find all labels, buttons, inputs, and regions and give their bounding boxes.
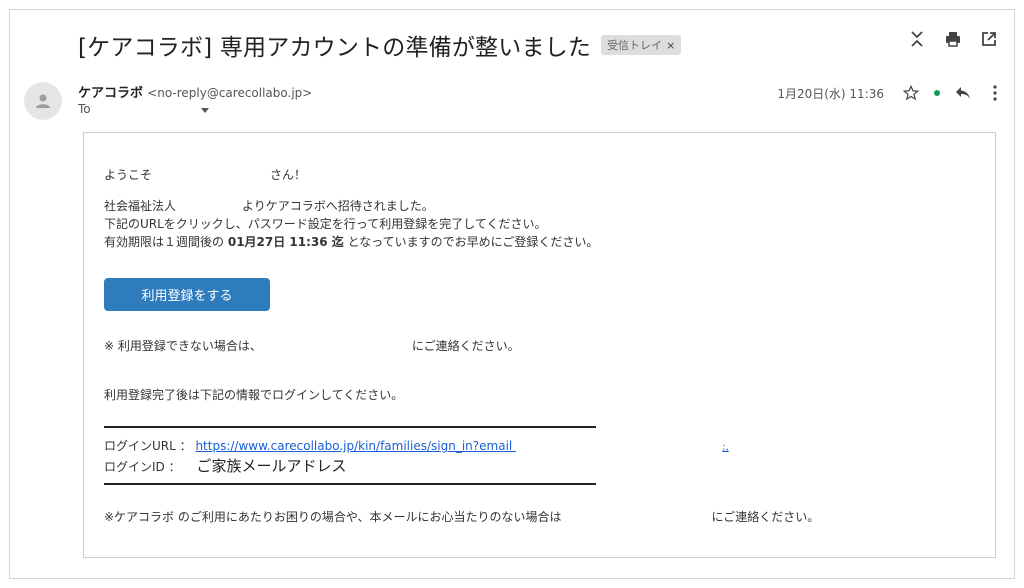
greeting-prefix: ようこそ <box>104 168 153 182</box>
more-options-icon[interactable] <box>986 85 1004 101</box>
sender-email: <no-reply@carecollabo.jp> <box>147 86 313 100</box>
recipient-line: To <box>78 102 209 116</box>
invite-prefix: 社会福祉法人 <box>104 199 177 213</box>
to-label: To <box>78 102 91 116</box>
footer-line: ※ケアコラボ のご利用にあたりお困りの場合や、本メールにお心当たりのない場合は に… <box>104 508 819 526</box>
login-id-line: ログインID ： ご家族メールアドレス <box>104 457 346 476</box>
divider-bottom <box>104 483 596 485</box>
message-date: 1月20日(水) 11:36 <box>777 86 884 101</box>
expiry-prefix: 有効期限は１週間後の <box>104 235 225 249</box>
inbox-label-chip[interactable]: 受信トレイ × <box>601 35 682 55</box>
email-subject: [ケアコラボ] 専用アカウントの準備が整いました <box>78 35 592 61</box>
sender-name[interactable]: ケアコラボ <box>78 86 143 101</box>
expiry-date: 01月27日 11:36 迄 <box>227 235 344 249</box>
sender-line: ケアコラボ <no-reply@carecollabo.jp> <box>78 82 312 101</box>
message-meta: 1月20日(水) 11:36 <box>777 84 1004 102</box>
greeting: ようこそ さん！ <box>104 166 306 184</box>
expiry-line: 有効期限は１週間後の 01月27日 11:36 迄 となっていますのでお早めにご… <box>104 233 598 251</box>
top-toolbar <box>908 30 998 48</box>
subject-row: [ケアコラボ] 専用アカウントの準備が整いました 受信トレイ × <box>78 28 682 62</box>
remove-label-icon[interactable]: × <box>666 39 675 52</box>
greeting-suffix: さん！ <box>270 168 307 182</box>
instruction-line: 下記のURLをクリックし、パスワード設定を行って利用登録を完了してください。 <box>104 217 547 231</box>
collapse-all-icon[interactable] <box>908 30 926 48</box>
login-url-line: ログインURL ： https://www.carecollabo.jp/kin… <box>104 437 729 457</box>
inbox-label-text: 受信トレイ <box>607 39 663 52</box>
login-url-redacted <box>512 437 722 455</box>
login-id-value: ご家族メールアドレス <box>196 457 347 475</box>
contact-prefix: ※ 利用登録できない場合は、 <box>104 339 262 353</box>
star-icon[interactable] <box>902 84 920 102</box>
open-new-window-icon[interactable] <box>980 30 998 48</box>
expiry-suffix: となっていますのでお早めにご登録ください。 <box>347 235 599 249</box>
invite-suffix: よりケアコラボへ招待されました。 <box>242 199 434 213</box>
login-id-label: ログインID ： <box>104 460 181 474</box>
register-button[interactable]: 利用登録をする <box>104 278 270 311</box>
reply-icon[interactable] <box>954 86 972 100</box>
print-icon[interactable] <box>944 30 962 48</box>
sender-avatar[interactable] <box>24 82 62 120</box>
login-url-tail: ;, <box>722 442 729 453</box>
after-register-line: 利用登録完了後は下記の情報でログインしてください。 <box>104 388 404 402</box>
online-status-icon <box>934 90 940 96</box>
footer-suffix: にご連絡ください。 <box>711 510 820 524</box>
invite-line: 社会福祉法人 よりケアコラボへ招待されました。 <box>104 197 434 215</box>
divider-top <box>104 426 596 428</box>
contact-line: ※ 利用登録できない場合は、 にご連絡ください。 <box>104 337 520 355</box>
login-url-link[interactable]: https://www.carecollabo.jp/kin/families/… <box>195 439 512 453</box>
contact-suffix: にご連絡ください。 <box>411 339 520 353</box>
message-body: ようこそ さん！ 社会福祉法人 よりケアコラボへ招待されました。 下記のURLをクリ… <box>83 132 996 558</box>
recipient-details-dropdown-icon[interactable] <box>200 102 209 116</box>
login-url-label: ログインURL ： <box>104 439 192 453</box>
footer-prefix: ※ケアコラボ のご利用にあたりお困りの場合や、本メールにお心当たりのない場合は <box>104 510 562 524</box>
